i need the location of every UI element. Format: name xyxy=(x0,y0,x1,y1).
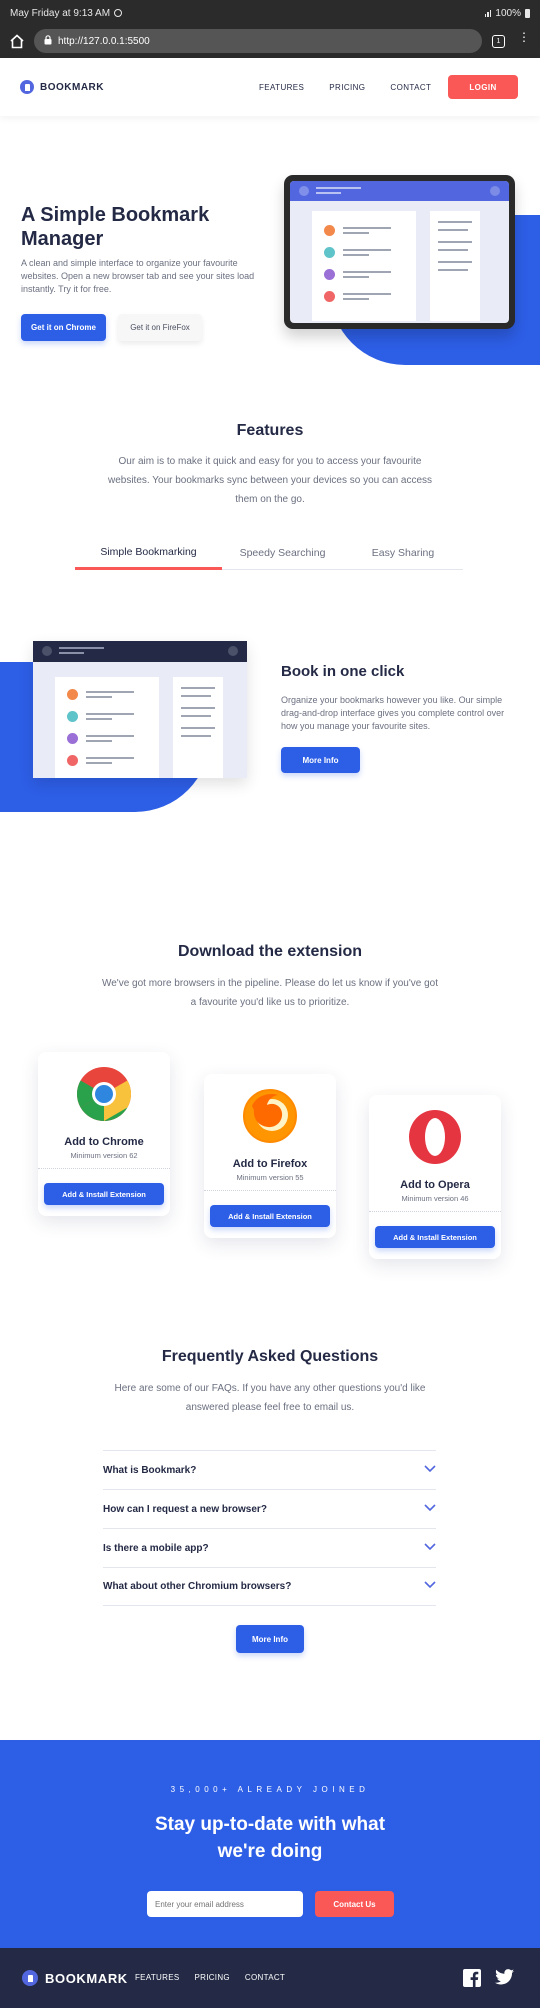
home-icon[interactable] xyxy=(9,34,25,54)
card-divider xyxy=(204,1190,336,1191)
card-divider xyxy=(38,1168,170,1169)
feature-more-info-button[interactable]: More Info xyxy=(281,747,360,773)
browser-toolbar: http://127.0.0.1:5500 1 ⋮ xyxy=(0,26,540,58)
opera-icon xyxy=(407,1109,463,1165)
social-links xyxy=(463,1969,514,1992)
features-title: Features xyxy=(236,422,304,439)
install-opera-button[interactable]: Add & Install Extension xyxy=(375,1226,495,1248)
chevron-down-icon xyxy=(424,1581,436,1592)
battery-level: 100% xyxy=(495,7,521,19)
tab-easy-sharing[interactable]: Easy Sharing xyxy=(343,536,463,570)
footer-link-contact[interactable]: CONTACT xyxy=(245,1973,285,1982)
feature-panel-description: Organize your bookmarks however you like… xyxy=(281,695,505,731)
firefox-card-title: Add to Firefox xyxy=(232,1158,308,1170)
footer-link-features[interactable]: FEATURES xyxy=(135,1973,179,1982)
bookmark-logo-icon xyxy=(20,80,34,94)
bookmark-logo-icon xyxy=(22,1970,38,1986)
feature-illustration xyxy=(33,641,247,778)
hero-title: A Simple Bookmark Manager xyxy=(21,204,210,250)
tab-simple-bookmarking[interactable]: Simple Bookmarking xyxy=(75,536,222,570)
feature-panel-title: Book in one click xyxy=(281,663,405,680)
joined-count: 35,000+ ALREADY JOINED xyxy=(170,1785,370,1794)
chrome-card-title: Add to Chrome xyxy=(64,1136,144,1148)
hero-description: A clean and simple interface to organize… xyxy=(21,258,255,294)
footer-link-pricing[interactable]: PRICING xyxy=(194,1973,229,1982)
status-bar: May Friday at 9:13 AM 100% xyxy=(0,0,540,26)
faq-more-info-button[interactable]: More Info xyxy=(236,1625,304,1653)
chevron-down-icon xyxy=(424,1542,436,1554)
url-text: http://127.0.0.1:5500 xyxy=(58,35,150,47)
twitter-icon[interactable] xyxy=(495,1969,514,1992)
lock-icon xyxy=(44,34,52,48)
login-button[interactable]: LOGIN xyxy=(448,75,518,99)
site-footer: BOOKMARK FEATURES PRICING CONTACT xyxy=(0,1948,540,2008)
nav-link-pricing[interactable]: PRICING xyxy=(329,83,365,92)
faq-question: What is Bookmark? xyxy=(103,1464,197,1476)
extension-card-firefox: Add to Firefox Minimum version 55 Add & … xyxy=(204,1074,336,1238)
nav-link-features[interactable]: FEATURES xyxy=(259,83,304,92)
get-firefox-button[interactable]: Get it on FireFox xyxy=(118,314,202,341)
signal-icon xyxy=(484,9,492,17)
install-chrome-button[interactable]: Add & Install Extension xyxy=(44,1183,164,1205)
browser-menu-icon[interactable]: ⋮ xyxy=(518,31,530,43)
faq-question: Is there a mobile app? xyxy=(103,1542,209,1554)
extension-card-chrome: Add to Chrome Minimum version 62 Add & I… xyxy=(38,1052,170,1216)
chrome-card-version: Minimum version 62 xyxy=(70,1151,138,1160)
get-chrome-button[interactable]: Get it on Chrome xyxy=(21,314,106,341)
address-bar[interactable]: http://127.0.0.1:5500 xyxy=(34,29,482,53)
newsletter-title: Stay up-to-date with what we're doing xyxy=(154,1814,386,1862)
footer-brand-name: BOOKMARK xyxy=(45,1970,128,1986)
faq-question: What about other Chromium browsers? xyxy=(103,1581,292,1592)
hero-tablet-illustration xyxy=(284,175,515,329)
footer-brand-logo[interactable]: BOOKMARK xyxy=(22,1970,128,1986)
newsletter-section: 35,000+ ALREADY JOINED Stay up-to-date w… xyxy=(0,1740,540,1948)
email-field[interactable] xyxy=(147,1891,303,1917)
firefox-icon xyxy=(242,1088,298,1144)
contact-us-button[interactable]: Contact Us xyxy=(315,1891,394,1917)
faq-description: Here are some of our FAQs. If you have a… xyxy=(114,1383,426,1413)
sync-icon xyxy=(114,9,123,17)
opera-card-version: Minimum version 46 xyxy=(401,1194,469,1203)
footer-nav: FEATURES PRICING CONTACT xyxy=(135,1973,285,1982)
faq-item[interactable]: What is Bookmark? xyxy=(103,1450,436,1489)
nav-link-contact[interactable]: CONTACT xyxy=(390,83,431,92)
main-nav: FEATURES PRICING CONTACT xyxy=(259,83,431,92)
install-firefox-button[interactable]: Add & Install Extension xyxy=(210,1205,330,1227)
facebook-icon[interactable] xyxy=(463,1969,481,1992)
tab-switcher-button[interactable]: 1 xyxy=(492,35,505,48)
faq-item[interactable]: Is there a mobile app? xyxy=(103,1528,436,1567)
chevron-down-icon xyxy=(424,1503,436,1515)
faq-title: Frequently Asked Questions xyxy=(161,1348,379,1365)
download-description: We've got more browsers in the pipeline.… xyxy=(101,978,439,1008)
brand-name: BOOKMARK xyxy=(40,81,104,93)
extension-card-opera: Add to Opera Minimum version 46 Add & In… xyxy=(369,1095,501,1259)
chevron-down-icon xyxy=(424,1464,436,1476)
card-divider xyxy=(369,1211,501,1212)
faq-item[interactable]: How can I request a new browser? xyxy=(103,1489,436,1528)
features-description: Our aim is to make it quick and easy for… xyxy=(107,456,433,505)
features-tabs: Simple Bookmarking Speedy Searching Easy… xyxy=(75,536,463,570)
opera-card-title: Add to Opera xyxy=(400,1179,470,1191)
download-title: Download the extension xyxy=(177,943,362,960)
brand-logo[interactable]: BOOKMARK xyxy=(20,80,104,94)
faq-item[interactable]: What about other Chromium browsers? xyxy=(103,1567,436,1606)
tab-speedy-searching[interactable]: Speedy Searching xyxy=(222,536,343,570)
firefox-card-version: Minimum version 55 xyxy=(236,1173,304,1182)
faq-list: What is Bookmark? How can I request a ne… xyxy=(103,1450,436,1606)
battery-icon xyxy=(525,8,530,18)
status-time: May Friday at 9:13 AM xyxy=(10,7,111,19)
faq-question: How can I request a new browser? xyxy=(103,1503,267,1515)
chrome-icon xyxy=(76,1066,132,1122)
